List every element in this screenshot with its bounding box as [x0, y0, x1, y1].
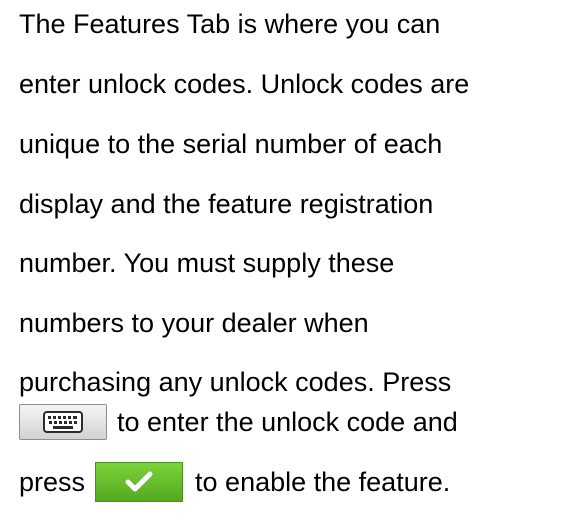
- paragraph-line-5: number. You must supply these: [19, 248, 395, 278]
- keyboard-icon: [43, 411, 83, 433]
- accept-button[interactable]: [95, 462, 184, 502]
- paragraph-line-4: display and the feature registration: [19, 189, 434, 219]
- accept-instruction-prefix: press: [19, 467, 86, 497]
- keyboard-button[interactable]: [19, 404, 107, 440]
- checkmark-icon: [125, 471, 153, 492]
- keyboard-instruction-text: to enter the unlock code and: [117, 407, 458, 437]
- paragraph-line-6: numbers to your dealer when: [19, 308, 369, 338]
- paragraph-line-3: unique to the serial number of each: [19, 129, 443, 159]
- keyboard-instruction-line: to enter the unlock code and: [19, 402, 458, 442]
- accept-instruction-suffix: to enable the feature.: [195, 467, 451, 497]
- accept-instruction-line: press to enable the feature.: [19, 462, 450, 502]
- paragraph-line-1: The Features Tab is where you can: [19, 9, 441, 39]
- paragraph-line-7: purchasing any unlock codes. Press: [19, 367, 452, 397]
- paragraph-line-2: enter unlock codes. Unlock codes are: [19, 69, 470, 99]
